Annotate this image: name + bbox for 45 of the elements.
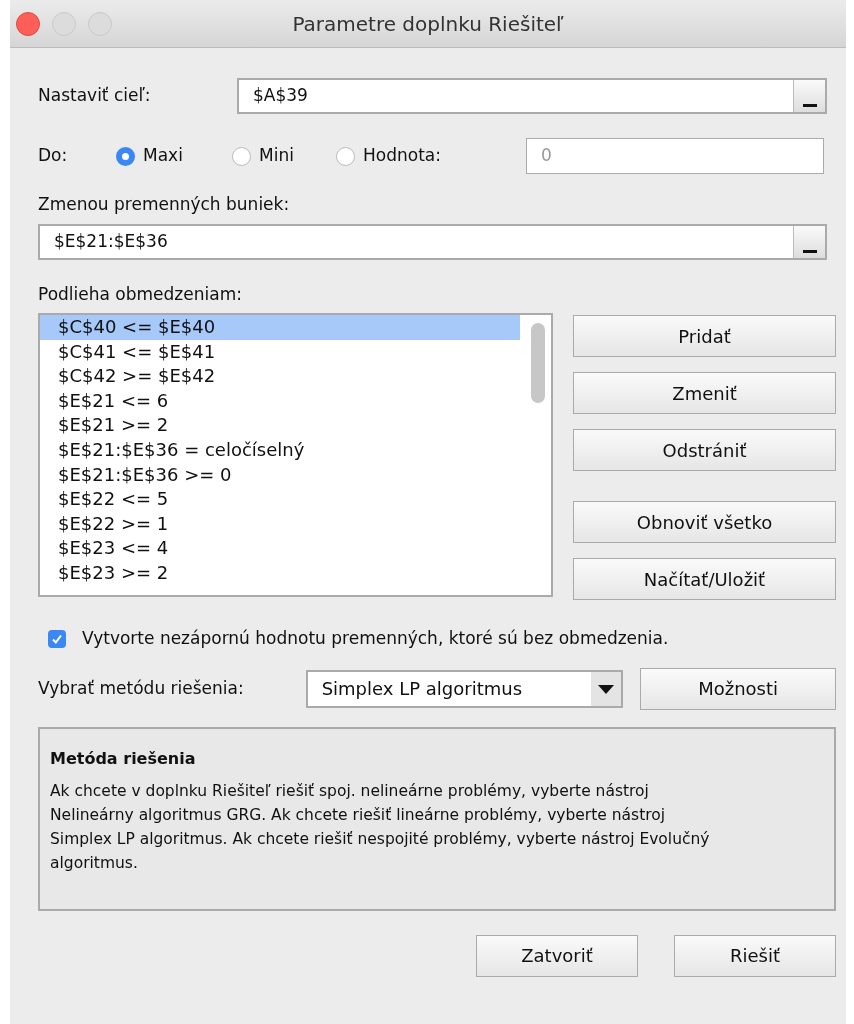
constraint-item[interactable]: $E$21 >= 2 <box>40 413 520 438</box>
footer-button[interactable]: Zatvoriť <box>476 934 638 977</box>
method-dropdown[interactable]: Simplex LP algoritmus <box>305 669 624 708</box>
radio-label[interactable]: Maxi <box>143 143 183 169</box>
constraint-item[interactable]: $E$23 <= 4 <box>40 536 520 561</box>
scrollbar-thumb[interactable] <box>531 323 545 403</box>
radio-button[interactable] <box>336 146 355 166</box>
method-label: Vybrať metódu riešenia: <box>38 676 245 700</box>
constraint-item[interactable]: $E$22 <= 5 <box>40 487 520 512</box>
to-label: Do: <box>38 144 69 168</box>
checkbox-label[interactable]: Vytvorte nezápornú hodnotu premenných, ktoré sú bez obmedzenia. <box>82 626 669 652</box>
range-select-button[interactable] <box>793 80 825 112</box>
window-title: Parametre doplnku Riešiteľ <box>292 10 564 38</box>
radio-button[interactable] <box>116 146 135 166</box>
footer-button[interactable]: Riešiť <box>674 934 836 977</box>
minimize-icon <box>52 12 76 36</box>
checkmark-icon <box>51 632 63 645</box>
constraint-item[interactable]: $E$21:$E$36 = celočíselný <box>40 437 520 463</box>
zoom-icon <box>88 12 112 36</box>
range-select-button[interactable] <box>793 225 825 258</box>
objective-field[interactable]: $A$39 <box>237 78 827 114</box>
options-button[interactable]: Možnosti <box>640 667 836 710</box>
constraint-item[interactable]: $E$23 >= 2 <box>40 560 520 586</box>
variables-label: Zmenou premenných buniek: <box>38 193 291 216</box>
radio-label[interactable]: Mini <box>259 143 294 169</box>
close-icon[interactable] <box>16 12 40 36</box>
radio-button[interactable] <box>232 146 251 166</box>
constraint-item[interactable]: $E$21 <= 6 <box>40 388 520 414</box>
constraint-item[interactable]: $E$22 >= 1 <box>40 511 520 537</box>
constraint-item[interactable]: $C$42 >= $E$42 <box>40 364 520 389</box>
constraint-action-button[interactable]: Odstrániť <box>573 429 836 471</box>
variables-field[interactable]: $E$21:$E$36 <box>38 223 827 260</box>
description-text: Ak chcete v doplnku Riešiteľ riešiť spoj. nelineárne problémy, vyberte nástroj Nelineárny algoritmus GRG. Ak chcete riešiť lineárne problémy, vyberte nástroj Simplex LP algoritmus. Ak chcete riešiť nespojité problémy, vyberte nástroj Evolučný algoritmus. <box>50 780 710 874</box>
checkbox[interactable] <box>48 629 66 648</box>
constraint-action-button[interactable]: Obnoviť všetko <box>573 501 836 543</box>
constraint-action-button[interactable]: Zmeniť <box>573 372 836 414</box>
constraints-label: Podlieha obmedzeniam: <box>38 282 243 306</box>
constraint-item[interactable]: $C$40 <= $E$40 <box>40 315 520 340</box>
objective-label: Nastaviť cieľ: <box>38 84 152 108</box>
constraint-item[interactable]: $E$21:$E$36 >= 0 <box>40 462 520 488</box>
constraint-action-button[interactable]: Načítať/Uložiť <box>573 558 836 600</box>
constraint-action-button[interactable]: Pridať <box>573 315 836 357</box>
constraint-item[interactable]: $C$41 <= $E$41 <box>40 339 520 365</box>
radio-label[interactable]: Hodnota: <box>363 143 441 169</box>
description-title: Metóda riešenia <box>50 747 197 770</box>
